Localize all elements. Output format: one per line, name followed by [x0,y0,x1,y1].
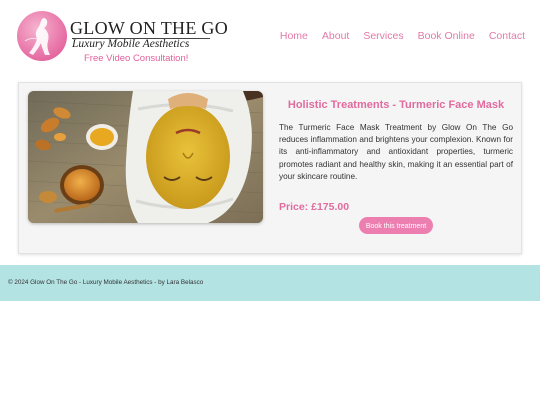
logo-subtitle: Luxury Mobile Aesthetics [72,38,190,50]
treatment-photo [28,91,263,223]
treatment-description: The Turmeric Face Mask Treatment by Glow… [279,123,513,181]
free-consultation-link[interactable]: Free Video Consultation! [84,53,188,64]
site-footer: © 2024 Glow On The Go - Luxury Mobile Ae… [0,265,540,301]
main-nav: Home About Services Book Online Contact [280,30,525,42]
footer-copyright: © 2024 Glow On The Go - Luxury Mobile Ae… [8,279,204,286]
logo-title[interactable]: GLOW ON THE GO [70,18,228,39]
nav-services[interactable]: Services [363,30,403,42]
nav-about[interactable]: About [322,30,349,42]
nav-book-online[interactable]: Book Online [418,30,475,42]
logo-badge-icon[interactable] [17,11,67,61]
treatment-card: Holistic Treatments - Turmeric Face Mask… [18,82,522,254]
site-header: GLOW ON THE GO Luxury Mobile Aesthetics … [0,0,540,76]
treatment-price: Price: £175.00 [279,201,350,214]
nav-contact[interactable]: Contact [489,30,525,42]
nav-home[interactable]: Home [280,30,308,42]
treatment-info: Holistic Treatments - Turmeric Face Mask… [279,99,513,234]
book-treatment-button[interactable]: Book this treatment [359,217,433,234]
treatment-title: Holistic Treatments - Turmeric Face Mask [287,99,505,111]
